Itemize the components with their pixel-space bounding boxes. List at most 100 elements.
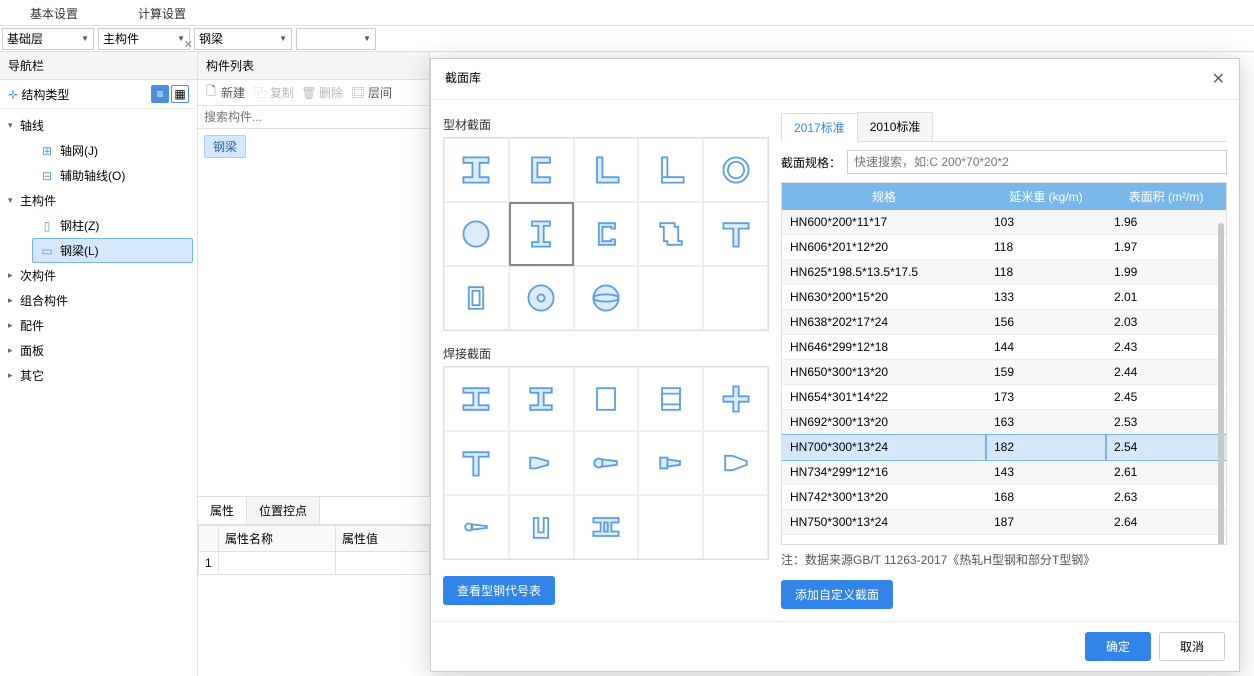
table-row[interactable]: HN650*300*13*201592.44 [782, 360, 1226, 385]
collapse-icon: ▾ [8, 120, 16, 131]
table-row[interactable]: HN700*300*13*241822.54 [782, 435, 1226, 460]
shape-welded-double-i[interactable] [574, 495, 639, 559]
shape-c-channel[interactable] [574, 202, 639, 266]
row-number: 1 [199, 552, 219, 575]
filter-type[interactable]: 钢梁▼ [194, 28, 292, 50]
expand-icon: ▸ [8, 345, 16, 356]
expand-icon: ▸ [8, 370, 16, 381]
table-row[interactable]: HN742*300*13*201682.63 [782, 485, 1226, 510]
shape-welded-cone4[interactable] [703, 431, 768, 495]
component-chip[interactable]: 钢梁 [204, 135, 246, 158]
cancel-button[interactable]: 取消 [1159, 632, 1225, 661]
table-row[interactable]: HN692*300*13*201632.53 [782, 410, 1226, 435]
shape-i-beam-narrow[interactable] [509, 202, 574, 266]
shape-empty [638, 495, 703, 559]
table-row[interactable]: HN734*299*12*161432.61 [782, 460, 1226, 485]
property-table: 属性名称属性值 1 [198, 525, 430, 575]
tree-grid[interactable]: ⊞轴网(J) [28, 138, 197, 163]
search-input[interactable] [198, 106, 429, 129]
shape-i-beam-wide[interactable] [444, 138, 509, 202]
close-icon[interactable]: ✕ [1212, 69, 1225, 89]
filter-empty[interactable]: ▼ [296, 28, 376, 50]
spec-search-input[interactable] [847, 150, 1227, 174]
beam-icon: ▭ [40, 244, 54, 258]
tree-steel-col[interactable]: ▯钢柱(Z) [28, 213, 197, 238]
shape-empty [703, 495, 768, 559]
tree-other[interactable]: ▸其它 [0, 363, 197, 388]
tree-steel-beam[interactable]: ▭钢梁(L) [32, 238, 193, 263]
shape-welded-cross[interactable] [703, 367, 768, 431]
expand-icon: ▸ [8, 295, 16, 306]
shape-angle[interactable] [574, 138, 639, 202]
view-steel-code-button[interactable]: 查看型钢代号表 [443, 576, 555, 605]
view-grid-icon[interactable]: ▦ [171, 85, 189, 103]
tab-calc[interactable]: 计算设置 [108, 0, 216, 25]
table-row[interactable]: HN638*202*17*241562.03 [782, 310, 1226, 335]
close-icon[interactable]: ✕ [184, 38, 193, 51]
tree-parts[interactable]: ▸配件 [0, 313, 197, 338]
property-panel: 属性 位置控点 属性名称属性值 1 [198, 496, 430, 676]
tree-aux-axis[interactable]: ⊟辅助轴线(O) [28, 163, 197, 188]
shape-welded-box2[interactable] [638, 367, 703, 431]
shape-ring[interactable] [509, 266, 574, 330]
tree-axis[interactable]: ▾轴线 [0, 113, 197, 138]
top-tabs: 基本设置 计算设置 [0, 0, 1254, 26]
scrollbar-thumb[interactable] [1218, 223, 1224, 545]
tree-composite[interactable]: ▸组合构件 [0, 288, 197, 313]
shape-solid-circle[interactable] [444, 202, 509, 266]
copy-button[interactable]: ⿻复制 [253, 84, 294, 101]
shape-welded-i2[interactable] [509, 367, 574, 431]
shape-rect-tube[interactable] [444, 266, 509, 330]
list-toolbar: 🗋新建 ⿻复制 🗑删除 ⿴层间 [198, 80, 429, 106]
shape-z-section[interactable] [638, 202, 703, 266]
shape-sphere[interactable] [574, 266, 639, 330]
table-row[interactable]: HN750*300*13*241872.64 [782, 510, 1226, 535]
table-row[interactable]: 1 [199, 552, 430, 575]
table-row[interactable]: HN630*200*15*201332.01 [782, 285, 1226, 310]
table-row[interactable]: HN625*198.5*13.5*17.51181.99 [782, 260, 1226, 285]
filter-category[interactable]: 主构件▼ [98, 28, 190, 50]
shape-angle-rev[interactable] [638, 138, 703, 202]
shape-empty [638, 266, 703, 330]
tab-basic[interactable]: 基本设置 [0, 0, 108, 25]
shape-welded-cone5[interactable] [444, 495, 509, 559]
table-row[interactable]: HN600*200*11*171031.96 [782, 210, 1226, 235]
table-row[interactable]: HN606*201*12*201181.97 [782, 235, 1226, 260]
shape-channel[interactable] [509, 138, 574, 202]
table-row[interactable]: HN654*301*14*221732.45 [782, 385, 1226, 410]
tab-attributes[interactable]: 属性 [198, 497, 247, 524]
tab-2017-standard[interactable]: 2017标准 [781, 113, 858, 142]
collapse-icon: ▾ [8, 195, 16, 206]
tree-secondary[interactable]: ▸次构件 [0, 263, 197, 288]
nav-tree: ▾轴线 ⊞轴网(J) ⊟辅助轴线(O) ▾主构件 ▯钢柱(Z) ▭钢梁(L) ▸… [0, 109, 197, 392]
layer-button[interactable]: ⿴层间 [351, 84, 392, 101]
profile-section-title: 型材截面 [443, 112, 769, 137]
filter-level[interactable]: 基础层▼ [2, 28, 94, 50]
shape-pipe[interactable] [703, 138, 768, 202]
shape-welded-i[interactable] [444, 367, 509, 431]
delete-button[interactable]: 🗑删除 [302, 84, 343, 101]
tab-position[interactable]: 位置控点 [247, 497, 320, 524]
shape-welded-box[interactable] [574, 367, 639, 431]
shape-welded-cone2[interactable] [574, 431, 639, 495]
shape-tee[interactable] [703, 202, 768, 266]
new-icon: 🗋 [204, 86, 218, 100]
shape-welded-cone1[interactable] [509, 431, 574, 495]
table-row[interactable]: HN646*299*12*181442.43 [782, 335, 1226, 360]
delete-icon: 🗑 [302, 86, 316, 100]
tree-panel[interactable]: ▸面板 [0, 338, 197, 363]
tab-2010-standard[interactable]: 2010标准 [857, 112, 934, 141]
spec-label: 截面规格： [781, 154, 841, 171]
shape-welded-tee[interactable] [444, 431, 509, 495]
new-button[interactable]: 🗋新建 [204, 84, 245, 101]
add-custom-section-button[interactable]: 添加自定义截面 [781, 580, 893, 609]
view-list-icon[interactable]: ≡ [151, 85, 169, 103]
ok-button[interactable]: 确定 [1085, 632, 1151, 661]
tree-main[interactable]: ▾主构件 [0, 188, 197, 213]
shape-welded-cone3[interactable] [638, 431, 703, 495]
shape-welded-u[interactable] [509, 495, 574, 559]
section-library-dialog: 截面库 ✕ 型材截面 焊接截面 [430, 58, 1240, 672]
shape-empty [703, 266, 768, 330]
col-area: 表面积 (m²/m) [1106, 183, 1226, 210]
col-weight: 延米重 (kg/m) [986, 183, 1106, 210]
